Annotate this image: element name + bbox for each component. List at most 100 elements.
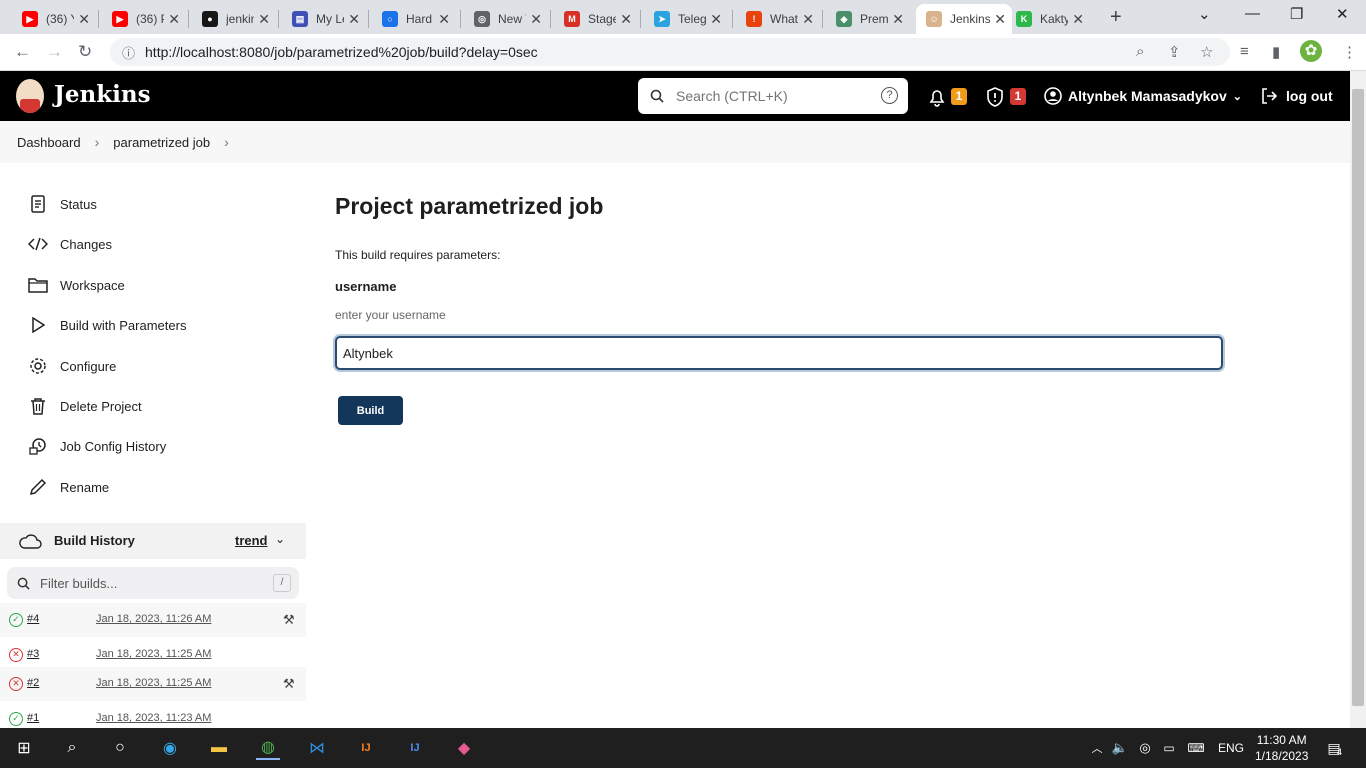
browser-tab[interactable]: M Stage ✕	[554, 4, 638, 34]
tab-close-icon[interactable]: ✕	[710, 11, 722, 28]
tab-title[interactable]: My Learning	[316, 12, 344, 26]
build-date-link[interactable]: Jan 18, 2023, 11:26 AM	[96, 613, 211, 625]
sidebar-item-status[interactable]: Status	[28, 193, 97, 215]
sidebar-item-label[interactable]: Rename	[60, 480, 109, 495]
tab-title[interactable]: Stage	[588, 12, 616, 26]
side-panel-icon[interactable]: ▮	[1272, 43, 1280, 61]
battery-icon[interactable]: ▭	[1157, 736, 1181, 760]
app-drop-icon[interactable]: ◆	[452, 736, 476, 760]
build-date-link[interactable]: Jan 18, 2023, 11:25 AM	[96, 677, 211, 689]
tab-title[interactable]: jenkins	[226, 12, 254, 26]
user-menu[interactable]: Altynbek Mamasadykov ⌄	[1044, 87, 1242, 105]
action-center-icon[interactable]: ▤	[1322, 736, 1346, 760]
chevron-right-icon[interactable]: ›	[224, 134, 229, 150]
tab-title[interactable]: (36) Premiere	[136, 12, 164, 26]
sidebar-item-label[interactable]: Configure	[60, 359, 116, 374]
browser-tab[interactable]: ● jenkins ✕	[192, 4, 276, 34]
taskbar-clock[interactable]: 11:30 AM 1/18/2023	[1255, 732, 1308, 764]
browser-tab[interactable]: ▶ (36) Premiere ✕	[102, 4, 186, 34]
reading-list-icon[interactable]: ≡	[1240, 43, 1249, 60]
forward-icon[interactable]: →	[46, 42, 63, 62]
tray-chevron-icon[interactable]: ︿	[1085, 736, 1109, 760]
tab-close-icon[interactable]: ✕	[258, 11, 270, 28]
logout-label[interactable]: log out	[1286, 88, 1333, 104]
build-number-link[interactable]: #4	[27, 613, 39, 625]
sidebar-item-label[interactable]: Build with Parameters	[60, 318, 186, 333]
sidebar-item-build-with-parameters[interactable]: Build with Parameters	[28, 314, 186, 336]
browser-tab[interactable]: ○ Hard ✕	[372, 4, 456, 34]
jenkins-brand[interactable]: Jenkins	[54, 81, 151, 108]
bookmark-star-icon[interactable]: ☆	[1200, 43, 1213, 61]
search-input[interactable]	[676, 88, 866, 104]
zoom-icon[interactable]: ⌕	[1136, 43, 1144, 60]
back-icon[interactable]: ←	[14, 42, 31, 62]
filter-builds-placeholder[interactable]: Filter builds...	[40, 576, 117, 591]
build-row[interactable]: ✕ #2 Jan 18, 2023, 11:25 AM ⚒	[0, 667, 306, 701]
profile-avatar-icon[interactable]: ✿	[1300, 40, 1322, 62]
build-number-link[interactable]: #3	[27, 648, 39, 660]
edge-icon[interactable]: ◉	[158, 736, 182, 760]
restore-button[interactable]: ❐	[1290, 5, 1303, 23]
tab-close-icon[interactable]: ✕	[994, 11, 1006, 28]
tab-close-icon[interactable]: ✕	[620, 11, 632, 28]
sidebar-item-label[interactable]: Status	[60, 197, 97, 212]
sidebar-item-job-config-history[interactable]: Job Config History	[28, 435, 166, 457]
chevron-down-icon[interactable]: ⌄	[275, 532, 285, 546]
tab-search-icon[interactable]: ⌄	[1198, 5, 1211, 23]
sidebar-item-label[interactable]: Delete Project	[60, 399, 142, 414]
search-icon[interactable]: ⌕	[60, 736, 84, 760]
file-explorer-icon[interactable]: ▬	[207, 736, 231, 760]
tab-title[interactable]: Hard	[406, 12, 434, 26]
browser-tab[interactable]: ! What ✕	[736, 4, 820, 34]
sidebar-item-changes[interactable]: Changes	[28, 233, 112, 255]
new-tab-button[interactable]: +	[1110, 6, 1122, 29]
menu-icon[interactable]: ⋮	[1342, 43, 1357, 61]
windows-start-icon[interactable]: ⊞	[12, 736, 36, 760]
tab-title[interactable]: Telegram	[678, 12, 706, 26]
username-input[interactable]	[335, 336, 1223, 370]
sidebar-item-label[interactable]: Job Config History	[60, 439, 166, 454]
breadcrumb-job[interactable]: parametrized job	[113, 135, 210, 150]
network-icon[interactable]: ◎	[1133, 736, 1157, 760]
build-row[interactable]: ✓ #4 Jan 18, 2023, 11:26 AM ⚒	[0, 603, 306, 637]
sidebar-item-delete-project[interactable]: Delete Project	[28, 395, 142, 417]
tab-title[interactable]: Jenkins	[950, 12, 990, 26]
language-indicator[interactable]: ENG	[1218, 741, 1244, 755]
tab-close-icon[interactable]: ✕	[530, 11, 542, 28]
notification-badge[interactable]: 1	[951, 88, 967, 105]
speaker-icon[interactable]: 🔈	[1108, 736, 1132, 760]
logout-link[interactable]: log out	[1260, 87, 1333, 105]
build-parameters-icon[interactable]: ⚒	[283, 676, 295, 692]
tab-close-icon[interactable]: ✕	[78, 11, 90, 28]
page-scrollbar[interactable]	[1350, 71, 1366, 728]
build-date-link[interactable]: Jan 18, 2023, 11:25 AM	[96, 648, 211, 660]
browser-tab[interactable]: ➤ Telegram ✕	[644, 4, 728, 34]
intellij-icon[interactable]: IJ	[354, 736, 378, 760]
chevron-down-icon[interactable]: ⌄	[1233, 90, 1242, 103]
minimize-button[interactable]: —	[1245, 5, 1260, 22]
tab-title[interactable]: (36) YouTube	[46, 12, 74, 26]
share-icon[interactable]: ⇪	[1168, 43, 1181, 61]
tab-title[interactable]: Kakty	[1040, 12, 1068, 26]
vscode-icon[interactable]: ⋈	[305, 736, 329, 760]
intellij-alt-icon[interactable]: IJ	[403, 736, 427, 760]
browser-tab[interactable]: K Kakty ✕	[1006, 4, 1090, 34]
keyboard-icon[interactable]: ⌨	[1184, 736, 1208, 760]
filter-builds-box[interactable]: Filter builds... /	[7, 567, 299, 599]
breadcrumb-dashboard[interactable]: Dashboard	[17, 135, 81, 150]
sidebar-item-configure[interactable]: Configure	[28, 355, 116, 377]
user-name[interactable]: Altynbek Mamasadykov	[1068, 88, 1227, 104]
tab-close-icon[interactable]: ✕	[892, 11, 904, 28]
search-box[interactable]: ?	[638, 78, 908, 114]
build-number-link[interactable]: #1	[27, 712, 39, 724]
cortana-icon[interactable]: ○	[108, 736, 132, 760]
tab-close-icon[interactable]: ✕	[348, 11, 360, 28]
build-date-link[interactable]: Jan 18, 2023, 11:23 AM	[96, 712, 211, 724]
scrollbar-thumb[interactable]	[1352, 89, 1364, 706]
browser-tab[interactable]: ▤ My Learning ✕	[282, 4, 366, 34]
browser-tab[interactable]: ◈ Prem ✕	[826, 4, 910, 34]
tab-close-icon[interactable]: ✕	[168, 11, 180, 28]
build-parameters-icon[interactable]: ⚒	[283, 612, 295, 628]
close-window-button[interactable]: ✕	[1336, 5, 1349, 23]
browser-tab[interactable]: ◎ New Tab ✕	[464, 4, 548, 34]
